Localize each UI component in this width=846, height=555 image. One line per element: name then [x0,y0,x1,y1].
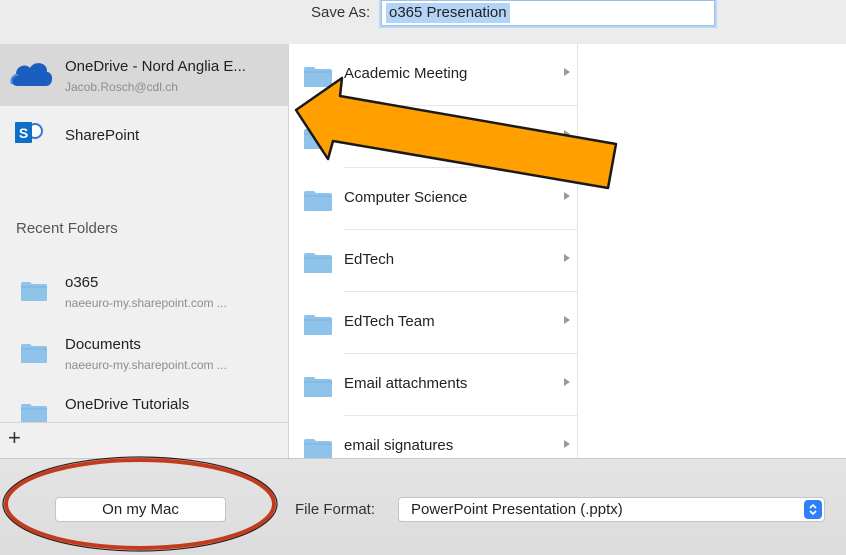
folder-row-computer-science[interactable]: Computer Science [289,168,577,230]
chevron-right-icon [564,130,570,138]
folder-icon [304,439,332,458]
folder-icon [304,67,332,87]
chevron-right-icon [564,378,570,386]
folder-list: Academic Meeting Class Computer Science … [289,44,578,458]
select-stepper-icon[interactable] [804,500,822,519]
folder-row-academic-meeting[interactable]: Academic Meeting [289,44,577,106]
svg-text:S: S [19,125,28,141]
folder-name: Email attachments [344,375,468,392]
recent-item-subtitle: naeeuro-my.sharepoint.com ... [65,296,227,310]
folder-name: Academic Meeting [344,65,468,82]
recent-item-subtitle: naeeuro-my.sharepoint.com ... [65,358,227,372]
recent-item-documents[interactable]: Documents naeeuro-my.sharepoint.com ... [0,326,288,382]
save-as-label: Save As: [311,4,371,21]
chevron-right-icon [564,192,570,200]
recent-item-o365[interactable]: o365 naeeuro-my.sharepoint.com ... [0,262,288,318]
sidebar-item-sharepoint[interactable]: S SharePoint [0,106,288,168]
preview-column [578,44,846,458]
recent-item-title: Documents [65,336,141,353]
sidebar-item-title: SharePoint [65,127,140,144]
chevron-right-icon [564,68,570,76]
folder-name: email signatures [344,437,454,454]
chevron-right-icon [564,440,570,448]
sidebar: OneDrive - Nord Anglia E... Jacob.Rosch@… [0,44,289,458]
recent-folders-heading: Recent Folders [16,220,118,237]
bottom-bar: On my Mac File Format: PowerPoint Presen… [0,458,846,555]
folder-icon [21,344,47,363]
chevron-up-down-icon [809,503,817,516]
folder-row-edtech-team[interactable]: EdTech Team [289,292,577,354]
save-as-bar: Save As: o365 Presenation [0,0,846,44]
sidebar-item-subtitle: Jacob.Rosch@cdl.ch [65,80,178,94]
folder-row-edtech[interactable]: EdTech [289,230,577,292]
folder-name: EdTech [344,251,395,268]
chevron-right-icon [564,254,570,262]
folder-icon [304,315,332,335]
sidebar-item-onedrive[interactable]: OneDrive - Nord Anglia E... Jacob.Rosch@… [0,44,288,106]
recent-item-title: OneDrive Tutorials [65,396,190,413]
folder-name: Computer Science [344,189,468,206]
recent-item-title: o365 [65,274,99,291]
chevron-right-icon [564,316,570,324]
folder-row-class[interactable]: Class [289,106,577,168]
folder-icon [21,282,47,301]
folder-icon [21,404,47,423]
folder-icon [304,253,332,273]
save-as-input[interactable]: o365 Presenation [381,0,715,26]
folder-icon [304,129,332,149]
folder-icon [304,191,332,211]
sidebar-item-title: OneDrive - Nord Anglia E... [65,58,246,75]
folder-name: Class [344,127,382,144]
folder-icon [304,377,332,397]
add-location-button[interactable]: + [8,425,21,451]
on-my-mac-button[interactable]: On my Mac [55,497,226,522]
folder-row-email-signatures[interactable]: email signatures [289,416,577,458]
sidebar-add-bar: + [0,422,288,458]
folder-row-email-attachments[interactable]: Email attachments [289,354,577,416]
save-as-input-text[interactable]: o365 Presenation [386,3,510,23]
file-format-select[interactable]: PowerPoint Presentation (.pptx) [398,497,825,522]
sharepoint-icon: S [15,122,43,143]
cloud-icon [10,63,53,86]
folder-name: EdTech Team [344,313,435,330]
file-format-label: File Format: [295,501,376,518]
file-format-value: PowerPoint Presentation (.pptx) [411,501,623,518]
